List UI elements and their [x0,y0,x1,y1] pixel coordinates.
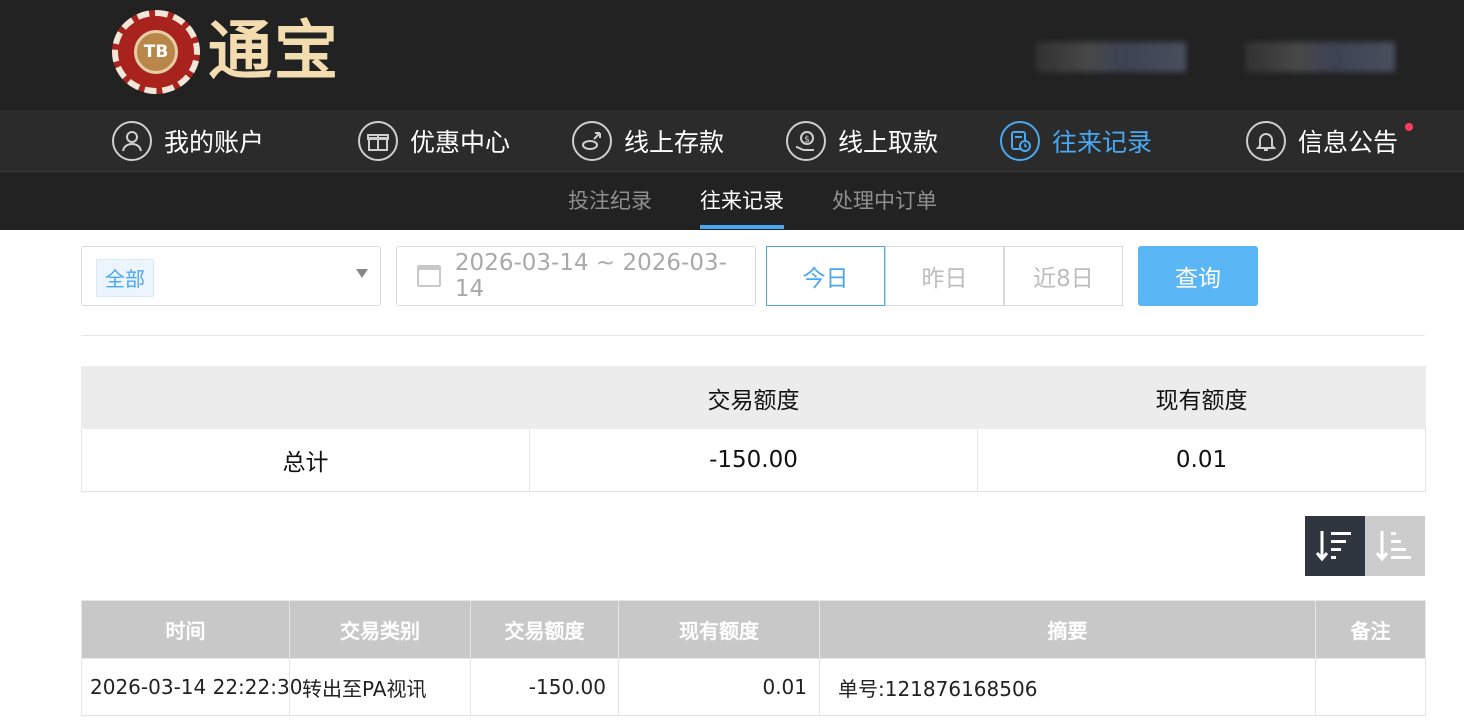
col-header-remark[interactable]: 备注 [1315,600,1426,659]
nav-label: 线上存款 [624,128,725,157]
col-header-amount[interactable]: 交易额度 [470,600,619,659]
main-nav: 我的账户 优惠中心 线上存款 $ 线上取款 往来记录 信息公告 [0,110,1464,172]
top-bar: TB 通宝 [0,0,1464,110]
summary-total-row: 总计 -150.00 0.01 [81,428,1426,492]
user-icon [112,121,152,161]
cell-amount: -150.00 [470,658,619,716]
records-header-row: 时间 交易类别 交易额度 现有额度 摘要 备注 [81,600,1426,659]
type-select[interactable]: 全部 [81,246,381,306]
divider [81,335,1425,336]
nav-withdraw[interactable]: $ 线上取款 [786,110,938,172]
withdraw-icon: $ [786,121,826,161]
deposit-icon [572,121,612,161]
notification-dot [1405,123,1413,131]
nav-label: 优惠中心 [410,128,511,157]
gift-icon [358,121,398,161]
summary-header-cell: 交易额度 [529,366,978,429]
table-row[interactable]: 2026-03-14 22:22:30 转出至PA视讯 -150.00 0.01… [81,658,1426,716]
date-range-value: 2026-03-14 ~ 2026-03-14 [454,250,727,302]
nav-label: 线上取款 [838,128,939,157]
sort-toggle-group [1305,516,1425,576]
subtab-transaction-records[interactable]: 往来记录 [700,172,784,230]
brand-name: 通宝 [208,14,340,89]
cell-remark [1315,658,1426,716]
brand-logo[interactable]: TB 通宝 [112,10,340,94]
cell-balance: 0.01 [618,658,820,716]
nav-label: 信息公告 [1298,128,1399,157]
sort-ascending-button[interactable] [1365,516,1425,576]
blurred-username [1036,42,1186,72]
quick-date-yesterday[interactable]: 昨日 [885,246,1004,306]
poker-chip-icon: TB [112,10,200,94]
chevron-down-icon [356,269,368,278]
nav-label: 我的账户 [164,128,265,157]
quick-date-today[interactable]: 今日 [766,246,885,306]
sort-ascending-icon [1375,531,1411,562]
quick-date-last-8-days[interactable]: 近8日 [1004,246,1123,306]
nav-notices[interactable]: 信息公告 [1246,110,1398,172]
nav-records[interactable]: 往来记录 [1000,110,1152,172]
nav-label: 往来记录 [1052,128,1153,157]
summary-cell-amount: -150.00 [529,428,978,492]
cell-type: 转出至PA视讯 [289,658,471,716]
summary-header-cell: 现有额度 [977,366,1426,429]
nav-deposit[interactable]: 线上存款 [572,110,724,172]
summary-header-row: 交易额度 现有额度 [81,366,1426,429]
summary-table: 交易额度 现有额度 总计 -150.00 0.01 [81,366,1426,492]
bell-icon [1246,121,1286,161]
cell-summary: 单号:121876168506 [819,658,1316,716]
blurred-balance [1245,42,1395,72]
records-table: 时间 交易类别 交易额度 现有额度 摘要 备注 2026-03-14 22:22… [81,600,1426,716]
sort-descending-icon [1315,531,1351,562]
subtab-bet-records[interactable]: 投注纪录 [568,172,652,230]
col-header-type[interactable]: 交易类别 [289,600,471,659]
nav-my-account[interactable]: 我的账户 [112,110,264,172]
summary-cell-balance: 0.01 [977,428,1426,492]
selected-type-tag[interactable]: 全部 [96,259,154,297]
active-tab-indicator [700,225,784,229]
summary-header-cell [81,366,530,429]
col-header-summary[interactable]: 摘要 [819,600,1316,659]
col-header-time[interactable]: 时间 [81,600,290,659]
col-header-balance[interactable]: 现有额度 [618,600,820,659]
sub-nav: 投注纪录 往来记录 处理中订单 [0,172,1464,230]
chip-label: TB [134,30,178,74]
records-icon [1000,121,1040,161]
cell-time: 2026-03-14 22:22:30 [81,658,302,716]
summary-cell-label: 总计 [81,428,530,492]
nav-promotions[interactable]: 优惠中心 [358,110,510,172]
sort-descending-button[interactable] [1305,516,1365,576]
svg-text:$: $ [804,135,810,145]
date-range-picker[interactable]: 2026-03-14 ~ 2026-03-14 [396,246,756,306]
search-button[interactable]: 查询 [1138,246,1258,306]
calendar-icon [417,265,441,287]
subtab-pending-orders[interactable]: 处理中订单 [832,172,937,230]
